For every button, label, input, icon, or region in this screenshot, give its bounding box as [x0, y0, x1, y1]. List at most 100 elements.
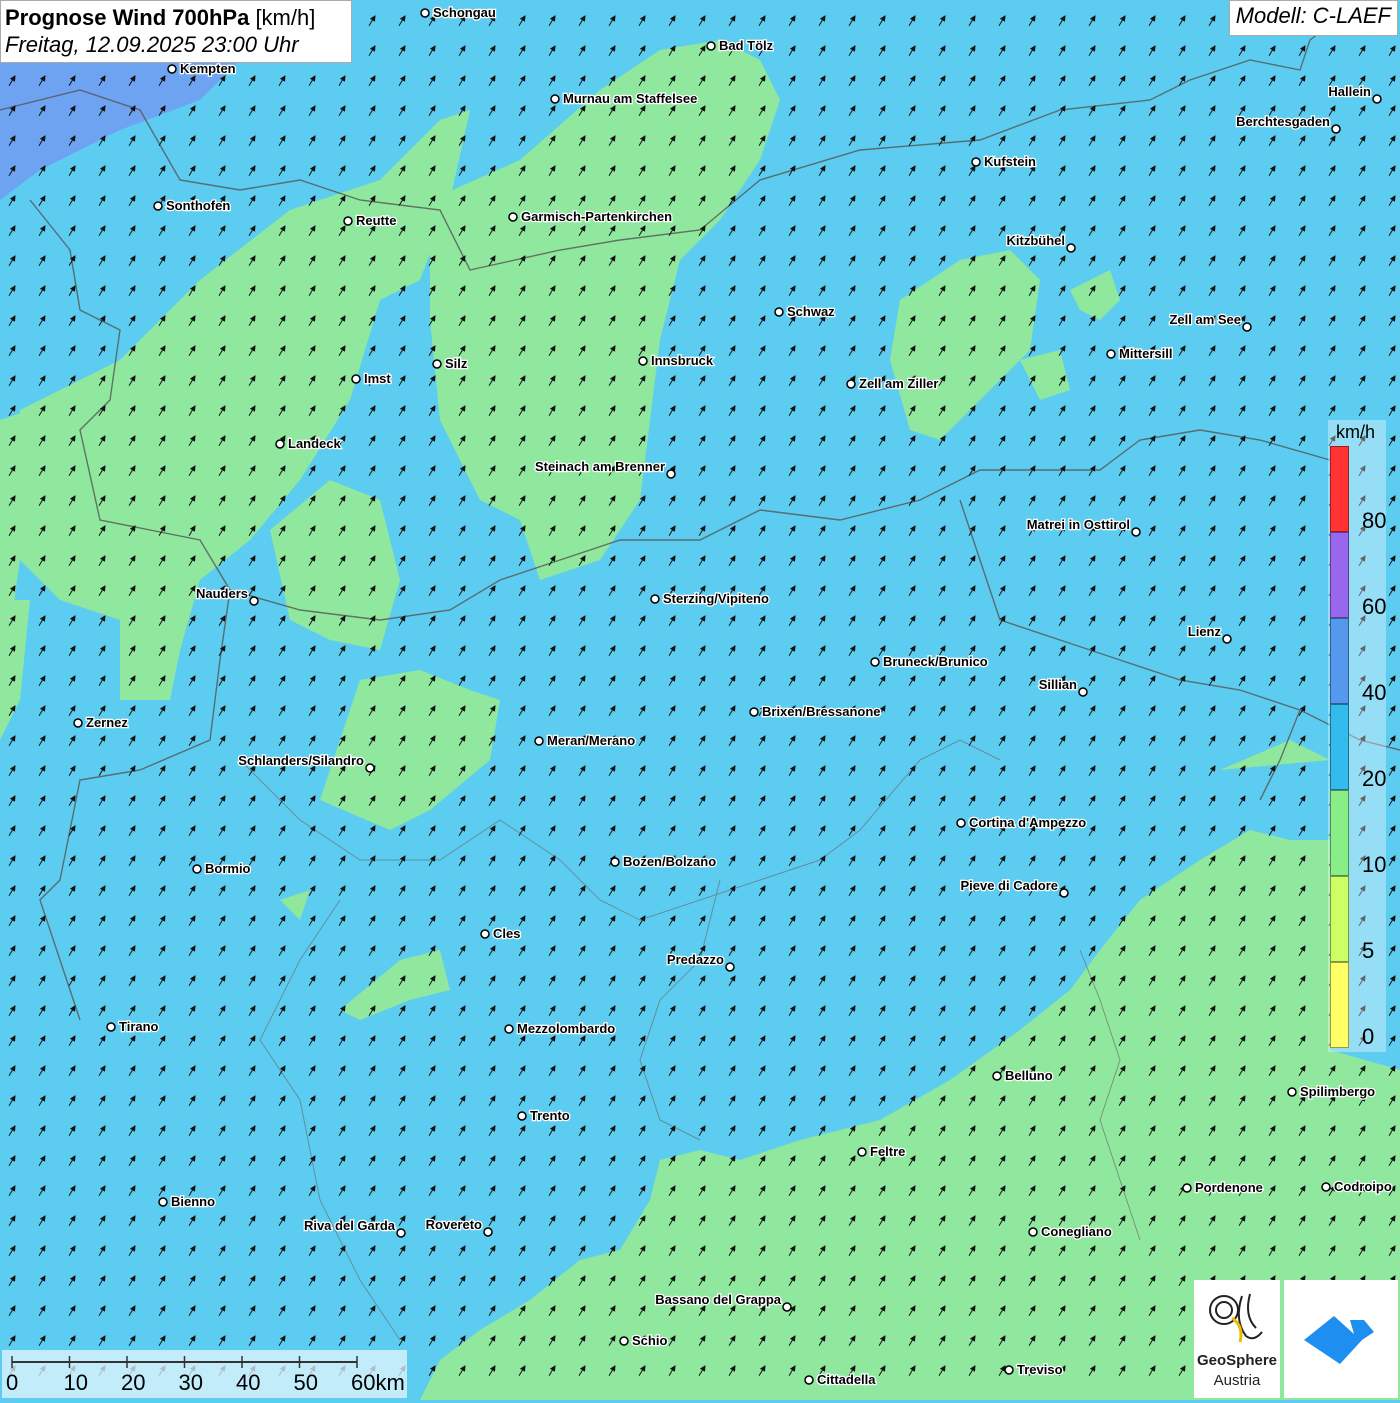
map-title-box: Prognose Wind 700hPa [km/h] Freitag, 12.…	[0, 0, 352, 63]
legend-swatch	[1330, 790, 1349, 876]
city-dot	[158, 1197, 168, 1207]
city-dot	[1059, 888, 1069, 898]
city-dot	[508, 212, 518, 222]
legend-label: 20	[1362, 766, 1387, 791]
weather-app-icon	[1304, 1306, 1382, 1364]
city-label: Cortina d'Ampezzo	[969, 815, 1086, 830]
city-label: Schwaz	[787, 304, 835, 319]
city-dot	[1106, 349, 1116, 359]
legend-swatch	[1330, 704, 1349, 790]
city-label: Hallein	[1328, 84, 1371, 99]
city-label: Bassano del Grappa	[655, 1292, 781, 1307]
legend-label: 5	[1362, 938, 1375, 963]
city-dot	[1028, 1227, 1038, 1237]
legend-swatch	[1330, 446, 1349, 532]
city-dot	[517, 1111, 527, 1121]
legend-unit: km/h	[1336, 422, 1376, 442]
city-dot	[774, 307, 784, 317]
city-label: Tirano	[119, 1019, 159, 1034]
city-dot	[153, 201, 163, 211]
city-label: Nauders	[196, 586, 248, 601]
city-dot	[1066, 243, 1076, 253]
city-dot	[870, 657, 880, 667]
city-dot	[804, 1375, 814, 1385]
city-label: Spilimbergo	[1300, 1084, 1375, 1099]
city-dot	[420, 8, 430, 18]
legend-swatch	[1330, 618, 1349, 704]
city-label: Cles	[493, 926, 520, 941]
city-dot	[1242, 322, 1252, 332]
city-dot	[706, 41, 716, 51]
city-dot	[343, 216, 353, 226]
city-label: Schongau	[433, 5, 496, 20]
scale-label: 20	[121, 1370, 146, 1395]
weather-app-logo[interactable]	[1284, 1280, 1398, 1398]
city-dot	[1287, 1087, 1297, 1097]
city-label: Kitzbühel	[1007, 233, 1066, 248]
model-label: Modell: C-LAEF	[1228, 0, 1398, 36]
city-label: Reutte	[356, 213, 396, 228]
city-dot	[351, 374, 361, 384]
city-dot	[846, 379, 856, 389]
scale-label: 40	[236, 1370, 261, 1395]
city-label: Bruneck/Brunico	[883, 654, 988, 669]
city-label: Lienz	[1188, 624, 1222, 639]
scale-label: 50	[293, 1370, 318, 1395]
city-dot	[1372, 94, 1382, 104]
city-label: Predazzo	[667, 952, 724, 967]
city-label: Zernez	[86, 715, 128, 730]
city-label: Zell am See	[1169, 312, 1241, 327]
city-label: Matrei in Osttirol	[1027, 517, 1130, 532]
city-dot	[396, 1228, 406, 1238]
geosphere-logo[interactable]: GeoSphere Austria	[1194, 1280, 1280, 1398]
city-dot	[725, 962, 735, 972]
city-dot	[666, 469, 676, 479]
city-dot	[638, 356, 648, 366]
city-label: Pordenone	[1195, 1180, 1263, 1195]
color-legend: km/h 80 60 40 20 10 5 0	[1328, 420, 1386, 1052]
map-timestamp: Freitag, 12.09.2025 23:00 Uhr	[5, 32, 299, 57]
city-label: Rovereto	[426, 1217, 482, 1232]
city-label: Mezzolombardo	[517, 1021, 615, 1036]
city-label: Bienno	[171, 1194, 215, 1209]
city-dot	[782, 1302, 792, 1312]
scale-label: 30	[178, 1370, 203, 1395]
legend-label: 80	[1362, 508, 1387, 533]
scale-label: 60km	[351, 1370, 405, 1395]
legend-label: 10	[1362, 852, 1387, 877]
city-label: Bozen/Bolzano	[623, 854, 716, 869]
city-dot	[275, 439, 285, 449]
city-label: Riva del Garda	[304, 1218, 396, 1233]
city-label: Treviso	[1017, 1362, 1063, 1377]
city-label: Schio	[632, 1333, 667, 1348]
map-title: Prognose Wind 700hPa [km/h]	[5, 5, 316, 30]
city-label: Innsbruck	[651, 353, 714, 368]
wind-map[interactable]: Schongau Bad Tölz Kempten Murnau am Staffel…	[0, 0, 1400, 1400]
legend-label: 60	[1362, 594, 1387, 619]
city-label: Sterzing/Vipiteno	[663, 591, 769, 606]
city-dot	[504, 1024, 514, 1034]
city-dot	[1321, 1182, 1331, 1192]
city-label: Pieve di Cadore	[960, 878, 1058, 893]
city-dot	[1004, 1365, 1014, 1375]
city-dot	[992, 1071, 1002, 1081]
city-label: Garmisch-Partenkirchen	[521, 209, 672, 224]
city-label: Meran/Merano	[547, 733, 635, 748]
scale-bar: 0 10 20 30 40 50 60km	[2, 1350, 407, 1398]
city-dot	[610, 857, 620, 867]
city-label: Kufstein	[984, 154, 1036, 169]
city-label: Mittersill	[1119, 346, 1172, 361]
city-dot	[249, 596, 259, 606]
city-label: Belluno	[1005, 1068, 1053, 1083]
city-dot	[483, 1227, 493, 1237]
geosphere-name: GeoSphere	[1196, 1352, 1278, 1369]
geosphere-emblem-icon	[1209, 1293, 1263, 1343]
city-dot	[956, 818, 966, 828]
city-dot	[749, 707, 759, 717]
city-label: Kempten	[180, 61, 236, 76]
city-dot	[167, 64, 177, 74]
legend-swatch	[1330, 876, 1349, 962]
city-label: Schlanders/Silandro	[238, 753, 364, 768]
legend-label: 0	[1362, 1024, 1375, 1049]
city-label: Sillian	[1039, 677, 1077, 692]
